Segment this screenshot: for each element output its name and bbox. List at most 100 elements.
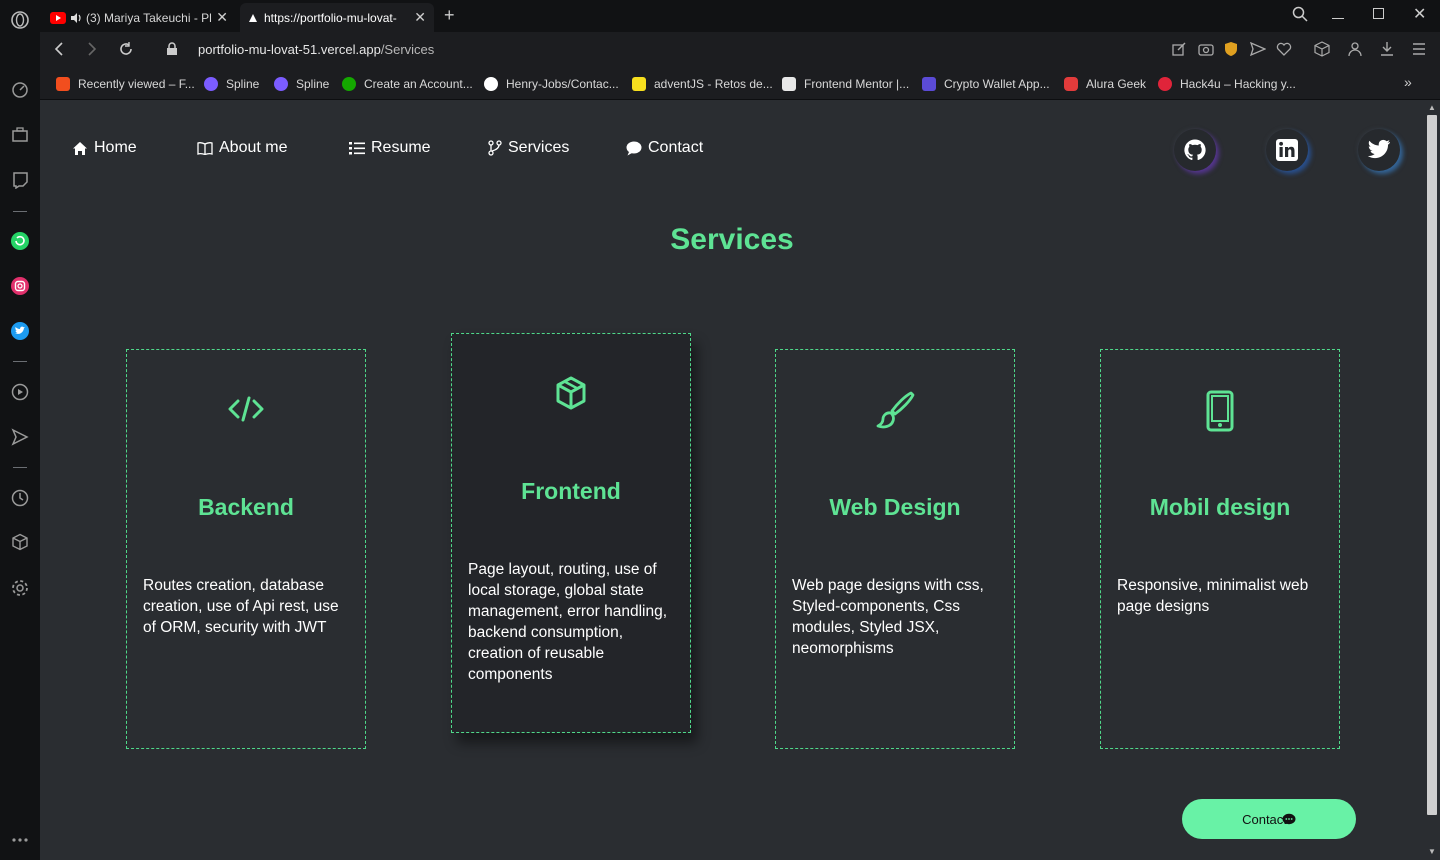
tab-youtube[interactable]: (3) Mariya Takeuchi - Pl ✕	[42, 3, 236, 32]
nav-home[interactable]: Home	[72, 139, 137, 157]
vercel-icon	[249, 13, 257, 22]
card-title: Backend	[198, 494, 294, 520]
brush-icon	[776, 390, 1014, 430]
card-title: Mobil design	[1149, 494, 1291, 520]
bookmark-item[interactable]: Crypto Wallet App...	[922, 76, 1050, 92]
nav-services-label: Services	[508, 139, 570, 156]
sidebar-divider	[13, 361, 27, 362]
hack4u-icon	[1158, 77, 1172, 91]
github-link[interactable]	[1174, 129, 1216, 171]
github-icon	[1184, 139, 1206, 161]
forward-icon[interactable]	[85, 41, 99, 62]
bookmark-label: Spline	[226, 77, 260, 91]
card-description: Responsive, minimalist web page designs	[1117, 577, 1309, 615]
extensions-icon[interactable]	[8, 530, 32, 554]
contact-button-label: Contact	[1242, 811, 1287, 827]
nav-resume-label: Resume	[371, 139, 431, 156]
instagram-icon[interactable]	[8, 274, 32, 298]
list-icon	[349, 142, 365, 155]
spline-icon	[204, 77, 218, 91]
edit-icon[interactable]	[1172, 42, 1186, 61]
figma-icon	[56, 77, 70, 91]
download-icon[interactable]	[1380, 41, 1394, 62]
tab-label: (3) Mariya Takeuchi - Pl	[86, 10, 212, 25]
snapshot-icon[interactable]	[1198, 42, 1214, 61]
bookmark-label: Henry-Jobs/Contac...	[506, 77, 619, 91]
bookmark-item[interactable]: Recently viewed – F...	[56, 76, 195, 92]
more-bookmarks-icon[interactable]: »	[1404, 74, 1412, 90]
search-tabs-icon[interactable]	[1292, 6, 1308, 27]
tab-label: https://portfolio-mu-lovat-	[264, 10, 397, 25]
extensions-cube-icon[interactable]	[1314, 41, 1330, 62]
history-icon[interactable]	[8, 486, 32, 510]
bookmark-label: Frontend Mentor |...	[804, 77, 910, 91]
reload-icon[interactable]	[118, 41, 134, 62]
send-icon[interactable]	[8, 425, 32, 449]
page-scrollbar[interactable]: ▲ ▼	[1424, 101, 1440, 860]
back-icon[interactable]	[52, 41, 66, 62]
github-icon	[484, 77, 498, 91]
upwork-icon	[342, 77, 356, 91]
nav-contact-label: Contact	[648, 139, 704, 156]
bookmark-item[interactable]: Hack4u – Hacking y...	[1158, 76, 1296, 92]
bookmark-item[interactable]: Frontend Mentor |...	[782, 76, 909, 92]
twitch-icon[interactable]	[8, 168, 32, 192]
bookmark-item[interactable]: Create an Account...	[342, 76, 473, 92]
nav-about[interactable]: About me	[197, 139, 287, 157]
nav-contact[interactable]: Contact	[626, 139, 703, 157]
bookmark-item[interactable]: Henry-Jobs/Contac...	[484, 76, 619, 92]
send-page-icon[interactable]	[1249, 41, 1267, 61]
address-bar: portfolio-mu-lovat-51.vercel.app/Service…	[40, 32, 1440, 68]
scroll-down-icon[interactable]: ▼	[1428, 847, 1436, 856]
close-tab-icon[interactable]: ✕	[216, 9, 228, 26]
profile-icon[interactable]	[1348, 41, 1362, 62]
twitter-sidebar-icon[interactable]	[8, 319, 32, 343]
lock-icon[interactable]	[166, 42, 178, 61]
speed-dial-icon[interactable]	[8, 78, 32, 102]
bookmark-item[interactable]: Alura Geek	[1064, 76, 1146, 92]
whatsapp-icon[interactable]	[8, 229, 32, 253]
portfolio-page: Home About me Resume Services Contact Se…	[40, 101, 1424, 860]
scroll-up-icon[interactable]: ▲	[1428, 103, 1436, 112]
player-icon[interactable]	[8, 380, 32, 404]
linkedin-link[interactable]	[1266, 129, 1308, 171]
twitter-link[interactable]	[1358, 129, 1400, 171]
opera-logo-icon[interactable]	[8, 8, 32, 32]
sidebar-divider	[13, 211, 27, 212]
cube-icon	[452, 376, 690, 410]
new-tab-icon[interactable]: +	[444, 5, 455, 26]
bookmark-item[interactable]: Spline	[274, 76, 329, 92]
card-description: Web page designs with css, Styled-compon…	[792, 577, 984, 657]
tab-portfolio[interactable]: https://portfolio-mu-lovat- ✕	[240, 3, 434, 32]
url-field[interactable]: portfolio-mu-lovat-51.vercel.app/Service…	[198, 42, 434, 57]
workspace-icon[interactable]	[8, 123, 32, 147]
easy-setup-icon[interactable]	[1412, 42, 1426, 61]
bookmark-label: Create an Account...	[364, 77, 473, 91]
nav-resume[interactable]: Resume	[349, 139, 431, 157]
adblock-shield-icon[interactable]	[1224, 41, 1238, 62]
tab-bar: (3) Mariya Takeuchi - Pl ✕ https://portf…	[40, 0, 1440, 32]
settings-gear-icon[interactable]	[8, 576, 32, 600]
bookmark-heart-icon[interactable]	[1276, 42, 1292, 61]
minimize-icon[interactable]	[1332, 7, 1344, 19]
js-icon	[632, 77, 646, 91]
more-options-icon[interactable]	[8, 828, 32, 852]
url-domain: portfolio-mu-lovat-51.vercel.app	[198, 42, 381, 57]
restore-icon[interactable]	[1373, 8, 1384, 19]
bookmark-item[interactable]: Spline	[204, 76, 259, 92]
phone-icon	[1101, 390, 1339, 432]
chat-bubble-icon	[1282, 813, 1296, 824]
nav-services[interactable]: Services	[488, 139, 569, 157]
bookmark-item[interactable]: adventJS - Retos de...	[632, 76, 773, 92]
card-description: Routes creation, database creation, use …	[143, 577, 339, 636]
close-window-icon[interactable]: ✕	[1413, 4, 1426, 24]
chat-bubble-icon	[626, 141, 642, 155]
bookmark-label: adventJS - Retos de...	[654, 77, 773, 91]
scrollbar-thumb[interactable]	[1427, 115, 1437, 815]
contact-button[interactable]: Contact	[1182, 799, 1356, 839]
card-description: Page layout, routing, use of local stora…	[468, 561, 668, 683]
spline-icon	[274, 77, 288, 91]
code-icon	[127, 394, 365, 424]
audio-playing-icon[interactable]	[70, 12, 82, 24]
close-tab-icon[interactable]: ✕	[414, 9, 426, 26]
